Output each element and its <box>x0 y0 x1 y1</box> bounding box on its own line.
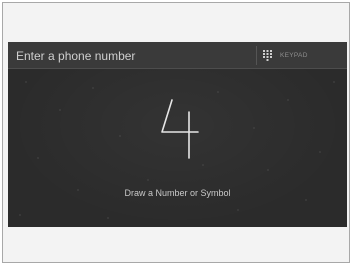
draw-hint-text: Draw a Number or Symbol <box>124 188 231 198</box>
keypad-label: KEYPAD <box>280 52 308 59</box>
handwritten-four-glyph <box>161 99 199 159</box>
phone-entry-bar: KEYPAD <box>8 42 347 69</box>
phone-number-input[interactable] <box>16 47 256 64</box>
keypad-grid-icon <box>263 50 272 61</box>
header-divider <box>256 46 257 65</box>
handwriting-canvas[interactable]: Draw a Number or Symbol <box>8 70 347 227</box>
handwriting-screen: KEYPAD Draw a Number or Symbol <box>8 42 347 227</box>
keypad-button[interactable]: KEYPAD <box>262 46 342 65</box>
